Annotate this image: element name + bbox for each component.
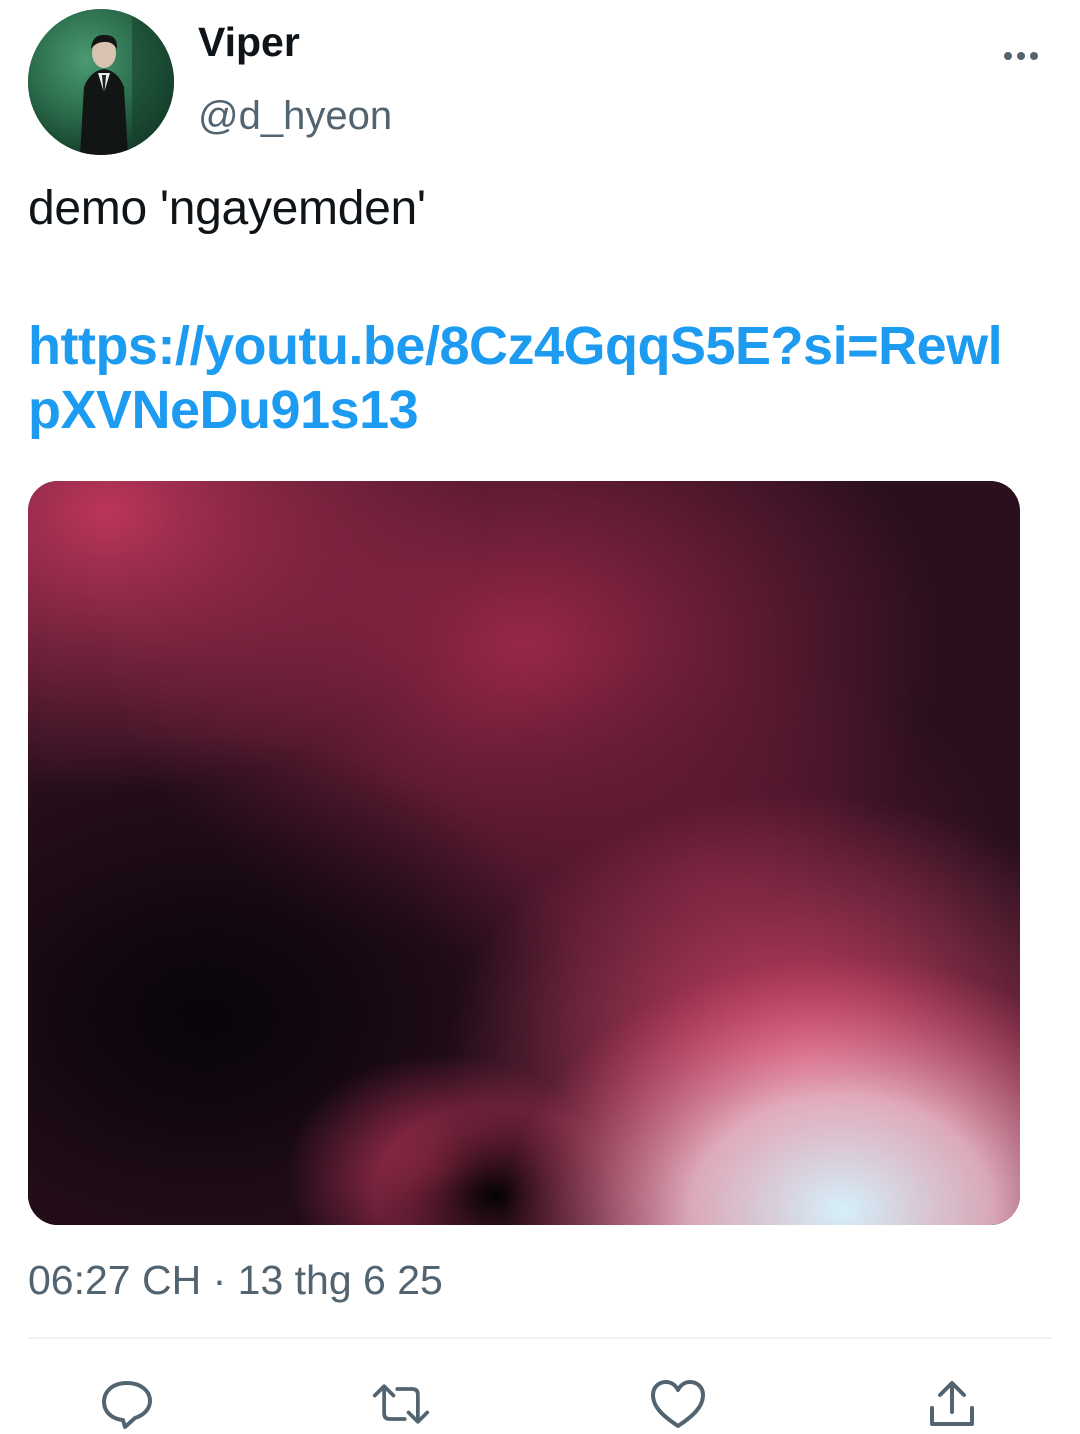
reply-button[interactable]: [97, 1378, 157, 1434]
like-button[interactable]: [648, 1378, 708, 1434]
more-horizontal-icon: [1004, 52, 1038, 60]
tweet-media-image[interactable]: [28, 481, 1020, 1225]
tweet-link[interactable]: https://youtu.be/8Cz4GqqS5E?si=RewlpXVNe…: [28, 314, 1028, 442]
divider: [28, 1337, 1052, 1339]
retweet-button[interactable]: [371, 1378, 431, 1434]
share-button[interactable]: [922, 1378, 982, 1434]
user-handle[interactable]: @d_hyeon: [198, 94, 392, 138]
avatar-image: [28, 9, 174, 155]
reply-icon: [102, 1381, 152, 1429]
display-name[interactable]: Viper: [198, 19, 300, 65]
heart-icon: [651, 1380, 705, 1428]
share-icon: [930, 1381, 974, 1426]
tweet-timestamp[interactable]: 06:27 CH · 13 thg 6 25: [28, 1256, 443, 1305]
avatar[interactable]: [28, 9, 174, 155]
abstract-gradient-image: [28, 481, 1020, 1225]
tweet-text: demo 'ngayemden': [28, 182, 426, 235]
more-options-button[interactable]: [996, 40, 1046, 72]
retweet-icon: [372, 1384, 430, 1424]
